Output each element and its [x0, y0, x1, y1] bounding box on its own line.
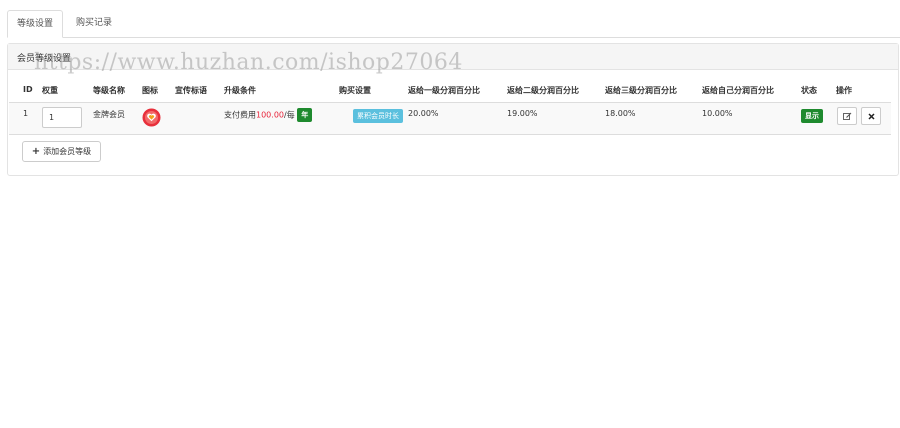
col-id: ID [23, 85, 33, 94]
cell-level2: 19.00% [507, 109, 538, 118]
panel-heading: 会员等级设置 https://www.huzhan.com/ishop27064 [8, 44, 898, 75]
tab-purchase-records[interactable]: 购买记录 [64, 10, 124, 36]
add-member-level-button[interactable]: + 添加会员等级 [22, 141, 101, 162]
watermark: https://www.huzhan.com/ishop27064 [34, 50, 463, 75]
cell-name: 金牌会员 [93, 110, 125, 119]
col-self: 返给自己分润百分比 [702, 86, 774, 95]
col-name: 等级名称 [93, 86, 125, 95]
weight-input[interactable] [42, 107, 82, 128]
tab-level-settings[interactable]: 等级设置 [7, 10, 63, 38]
cell-self: 10.00% [702, 109, 733, 118]
table-row: 1 金牌会员 支付费用100.00/每 年 累积会员时长 20.00% 19.0… [9, 103, 891, 135]
col-level3: 返给三级分润百分比 [605, 86, 677, 95]
condition-price: 100.00 [256, 110, 284, 120]
status-badge[interactable]: 显示 [801, 109, 823, 123]
col-icon: 图标 [142, 86, 158, 95]
condition-prefix: 支付费用 [224, 110, 256, 120]
cell-condition: 支付费用100.00/每 年 [224, 108, 313, 122]
cell-id: 1 [23, 109, 29, 118]
col-status: 状态 [801, 86, 817, 95]
col-level2: 返给二级分润百分比 [507, 86, 579, 95]
col-level1: 返给一级分润百分比 [408, 86, 480, 95]
page: 等级设置 购买记录 会员等级设置 https://www.huzhan.com/… [0, 0, 900, 428]
panel-title: 会员等级设置 [17, 54, 72, 64]
plus-icon: + [31, 145, 41, 157]
table-header: ID 权重 等级名称 图标 宣传标语 升级条件 购买设置 返给一级分润百分比 返… [9, 80, 891, 104]
heart-badge-icon [142, 108, 161, 127]
edit-button[interactable] [837, 107, 857, 125]
add-button-label: 添加会员等级 [43, 147, 92, 156]
condition-unit-badge: 年 [297, 108, 313, 122]
col-slogan: 宣传标语 [175, 86, 207, 95]
tab-bar: 等级设置 购买记录 [7, 10, 900, 38]
condition-suffix: /每 [284, 110, 295, 120]
col-weight: 权重 [42, 86, 58, 95]
cell-level3: 18.00% [605, 109, 636, 118]
cell-level1: 20.00% [408, 109, 439, 118]
purchase-setting-badge: 累积会员时长 [353, 109, 403, 123]
delete-button[interactable] [861, 107, 881, 125]
col-condition: 升级条件 [224, 86, 256, 95]
col-actions: 操作 [836, 86, 852, 95]
col-purchase: 购买设置 [339, 86, 371, 95]
close-icon [867, 112, 875, 120]
edit-icon [842, 112, 852, 121]
